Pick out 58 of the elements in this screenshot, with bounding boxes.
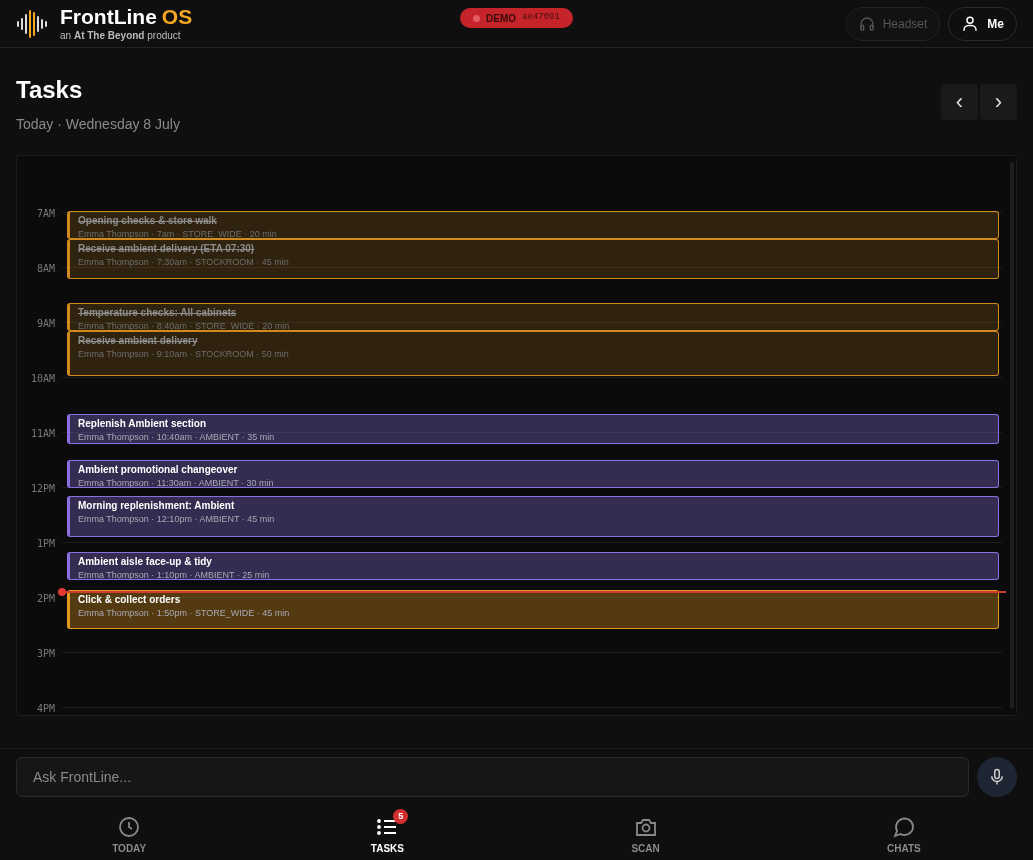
hour-label: 1PM <box>36 537 55 551</box>
brand-suffix: OS <box>161 6 193 27</box>
hour-label: 9AM <box>36 317 55 331</box>
task-title: Receive ambient delivery (ETA 07:30) <box>78 242 256 256</box>
hour-label: 4PM <box>36 702 55 715</box>
count-badge: 5 <box>393 809 409 824</box>
task-title: Ambient promotional changeover <box>78 463 239 477</box>
task-details: Emma Thompson · 12:10pm · AMBIENT · 45 min <box>78 513 276 525</box>
task-card[interactable]: Temperature checks: All cabinets Emma Thompson · 8:40am · STORE_WIDE · 20 min <box>67 303 999 331</box>
task-card[interactable]: Opening checks & store walk Emma Thompson · 7am · STORE_WIDE · 20 min <box>67 211 999 239</box>
task-title: Replenish Ambient section <box>78 417 207 431</box>
task-title: Morning replenishment: Ambient <box>78 499 236 513</box>
task-card[interactable]: Receive ambient delivery (ETA 07:30) Emma Thompson · 7:30am · STOCKROOM · 45 min <box>67 239 999 279</box>
task-title: Temperature checks: All cabinets <box>78 306 238 320</box>
page-title: Tasks <box>16 76 84 104</box>
task-title: Opening checks & store walk <box>78 214 218 228</box>
task-details: Emma Thompson · 11:30am · AMBIENT · 30 min <box>78 477 275 487</box>
previous-button[interactable]: ‹ <box>941 84 978 120</box>
task-card[interactable]: Replenish Ambient section Emma Thompson · 10:40am · AMBIENT · 35 min <box>67 414 999 444</box>
ask-input-field[interactable]: Ask FrontLine... <box>16 757 969 797</box>
task-details: Emma Thompson · 10:40am · AMBIENT · 35 min <box>78 431 276 443</box>
clock-icon <box>117 815 142 839</box>
demo-label: DEMO <box>486 11 517 26</box>
task-title: Receive ambient delivery <box>78 334 199 348</box>
nav-tab[interactable]: TODAY <box>0 807 259 856</box>
task-card[interactable]: Ambient aisle face-up & tidy Emma Thompson · 1:10pm · AMBIENT · 25 min <box>67 552 999 580</box>
task-title: Click & collect orders <box>78 593 182 607</box>
hour-label: 10AM <box>30 372 55 386</box>
chat-bubble-icon <box>891 815 916 839</box>
nav-tab[interactable]: SCAN <box>516 807 775 856</box>
task-card[interactable]: Ambient promotional changeover Emma Thompson · 11:30am · AMBIENT · 30 min <box>67 460 999 488</box>
brand-name: FrontLine <box>60 6 157 27</box>
task-details: Emma Thompson · 1:50pm · STORE_WIDE · 45 min <box>78 607 291 619</box>
tagline: an At The Beyond product <box>60 31 182 41</box>
hour-label: 8AM <box>36 262 55 276</box>
headset-icon <box>858 15 875 32</box>
task-card[interactable]: Click & collect orders Emma Thompson · 1:50pm · STORE_WIDE · 45 min <box>67 590 999 629</box>
hour-label: 3PM <box>36 647 55 661</box>
nav-tab[interactable]: CHATS <box>774 807 1033 856</box>
hour-label: 7AM <box>36 207 55 221</box>
microphone-button[interactable] <box>977 757 1017 797</box>
task-card[interactable]: Receive ambient delivery Emma Thompson · 9:10am · STOCKROOM · 50 min <box>67 331 999 376</box>
next-button[interactable]: › <box>980 84 1017 120</box>
task-details: Emma Thompson · 7am · STORE_WIDE · 20 min <box>78 228 278 238</box>
user-icon <box>961 14 980 33</box>
task-title: Ambient aisle face-up & tidy <box>78 555 213 569</box>
task-card[interactable]: Morning replenishment: Ambient Emma Thompson · 12:10pm · AMBIENT · 45 min <box>67 496 999 537</box>
hour-label: 11AM <box>30 427 55 441</box>
task-details: Emma Thompson · 1:10pm · AMBIENT · 25 min <box>78 569 271 579</box>
microphone-icon <box>988 768 1006 786</box>
hour-label: 12PM <box>30 482 55 496</box>
task-details: Emma Thompson · 9:10am · STOCKROOM · 50 min <box>78 348 290 360</box>
demo-code: ae47091 <box>522 11 560 25</box>
nav-tab[interactable]: 5 TASKS <box>258 807 517 856</box>
page-subtitle: Today · Wednesday 8 July <box>16 115 180 134</box>
task-details: Emma Thompson · 7:30am · STOCKROOM · 45 min <box>78 256 290 268</box>
task-details: Emma Thompson · 8:40am · STORE_WIDE · 20 min <box>78 320 291 330</box>
hour-label: 2PM <box>36 592 55 606</box>
